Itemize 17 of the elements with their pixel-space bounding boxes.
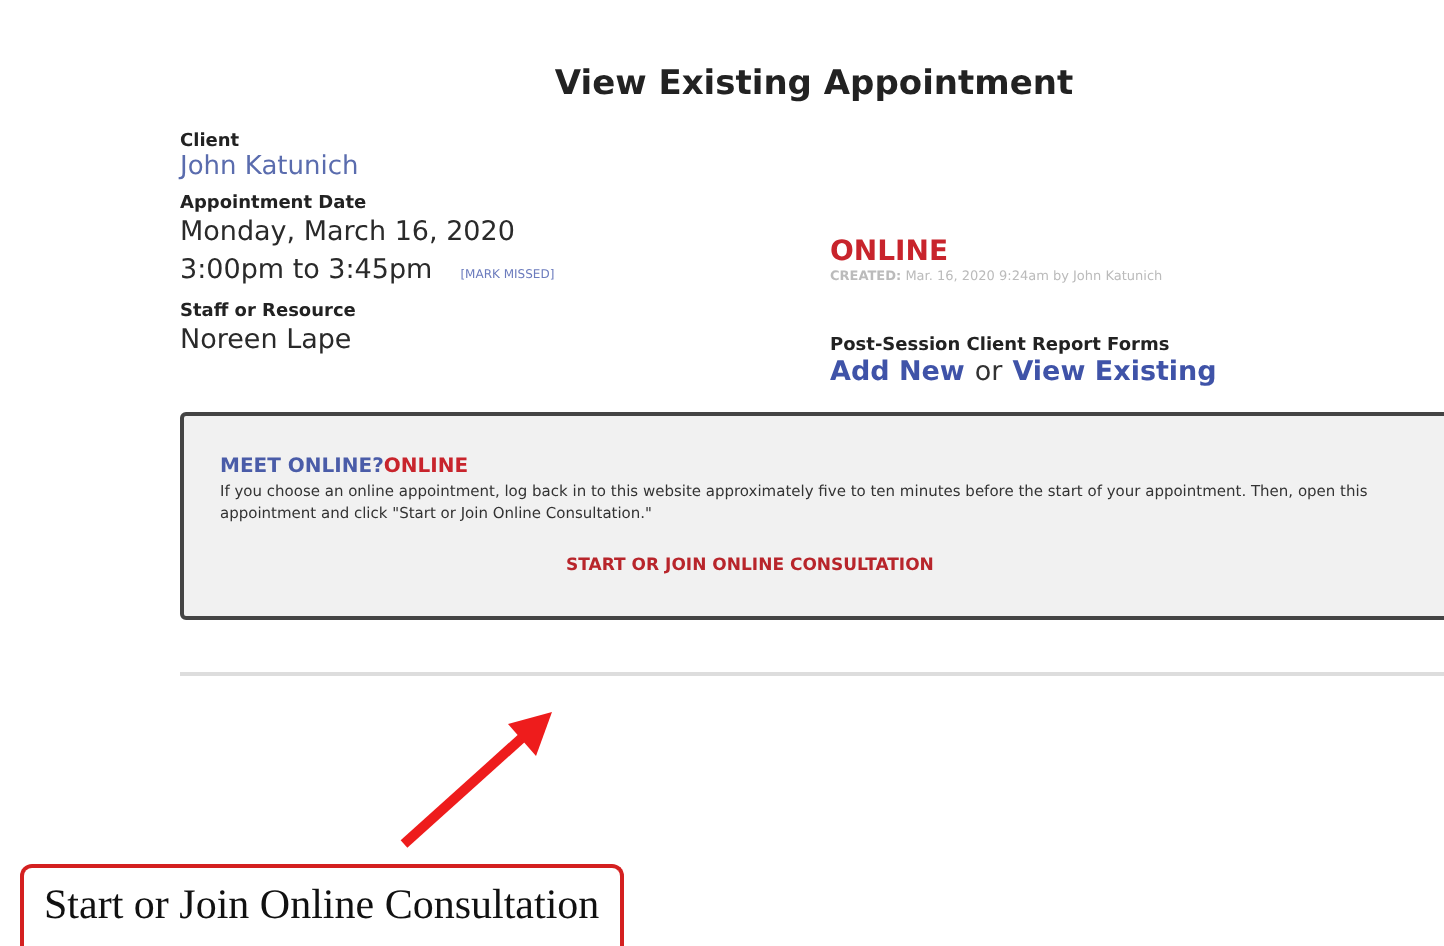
add-new-link[interactable]: Add New	[830, 356, 965, 388]
client-label: Client	[180, 132, 242, 152]
separator-text: or	[974, 356, 1003, 388]
client-link[interactable]: John Katunich	[180, 152, 830, 182]
meet-online-value: ONLINE	[383, 456, 469, 478]
page-title: View Existing Appointment	[552, 62, 1076, 104]
staff-label: Staff or Resource	[180, 302, 358, 322]
callout-label: Start or Join Online Consultation	[20, 864, 624, 946]
meet-online-label: MEET ONLINE?	[220, 456, 384, 478]
status-text: ONLINE	[830, 236, 951, 268]
appointment-date-label: Appointment Date	[180, 194, 369, 214]
start-consultation-link[interactable]: START OR JOIN ONLINE CONSULTATION	[566, 556, 934, 576]
report-forms-label: Post-Session Client Report Forms	[830, 336, 1172, 356]
staff-name: Noreen Lape	[180, 322, 354, 360]
appointment-time: 3:00pm to 3:45pm	[180, 252, 433, 290]
appointment-date: Monday, March 16, 2020	[180, 214, 517, 252]
view-existing-link[interactable]: View Existing	[1012, 356, 1217, 388]
